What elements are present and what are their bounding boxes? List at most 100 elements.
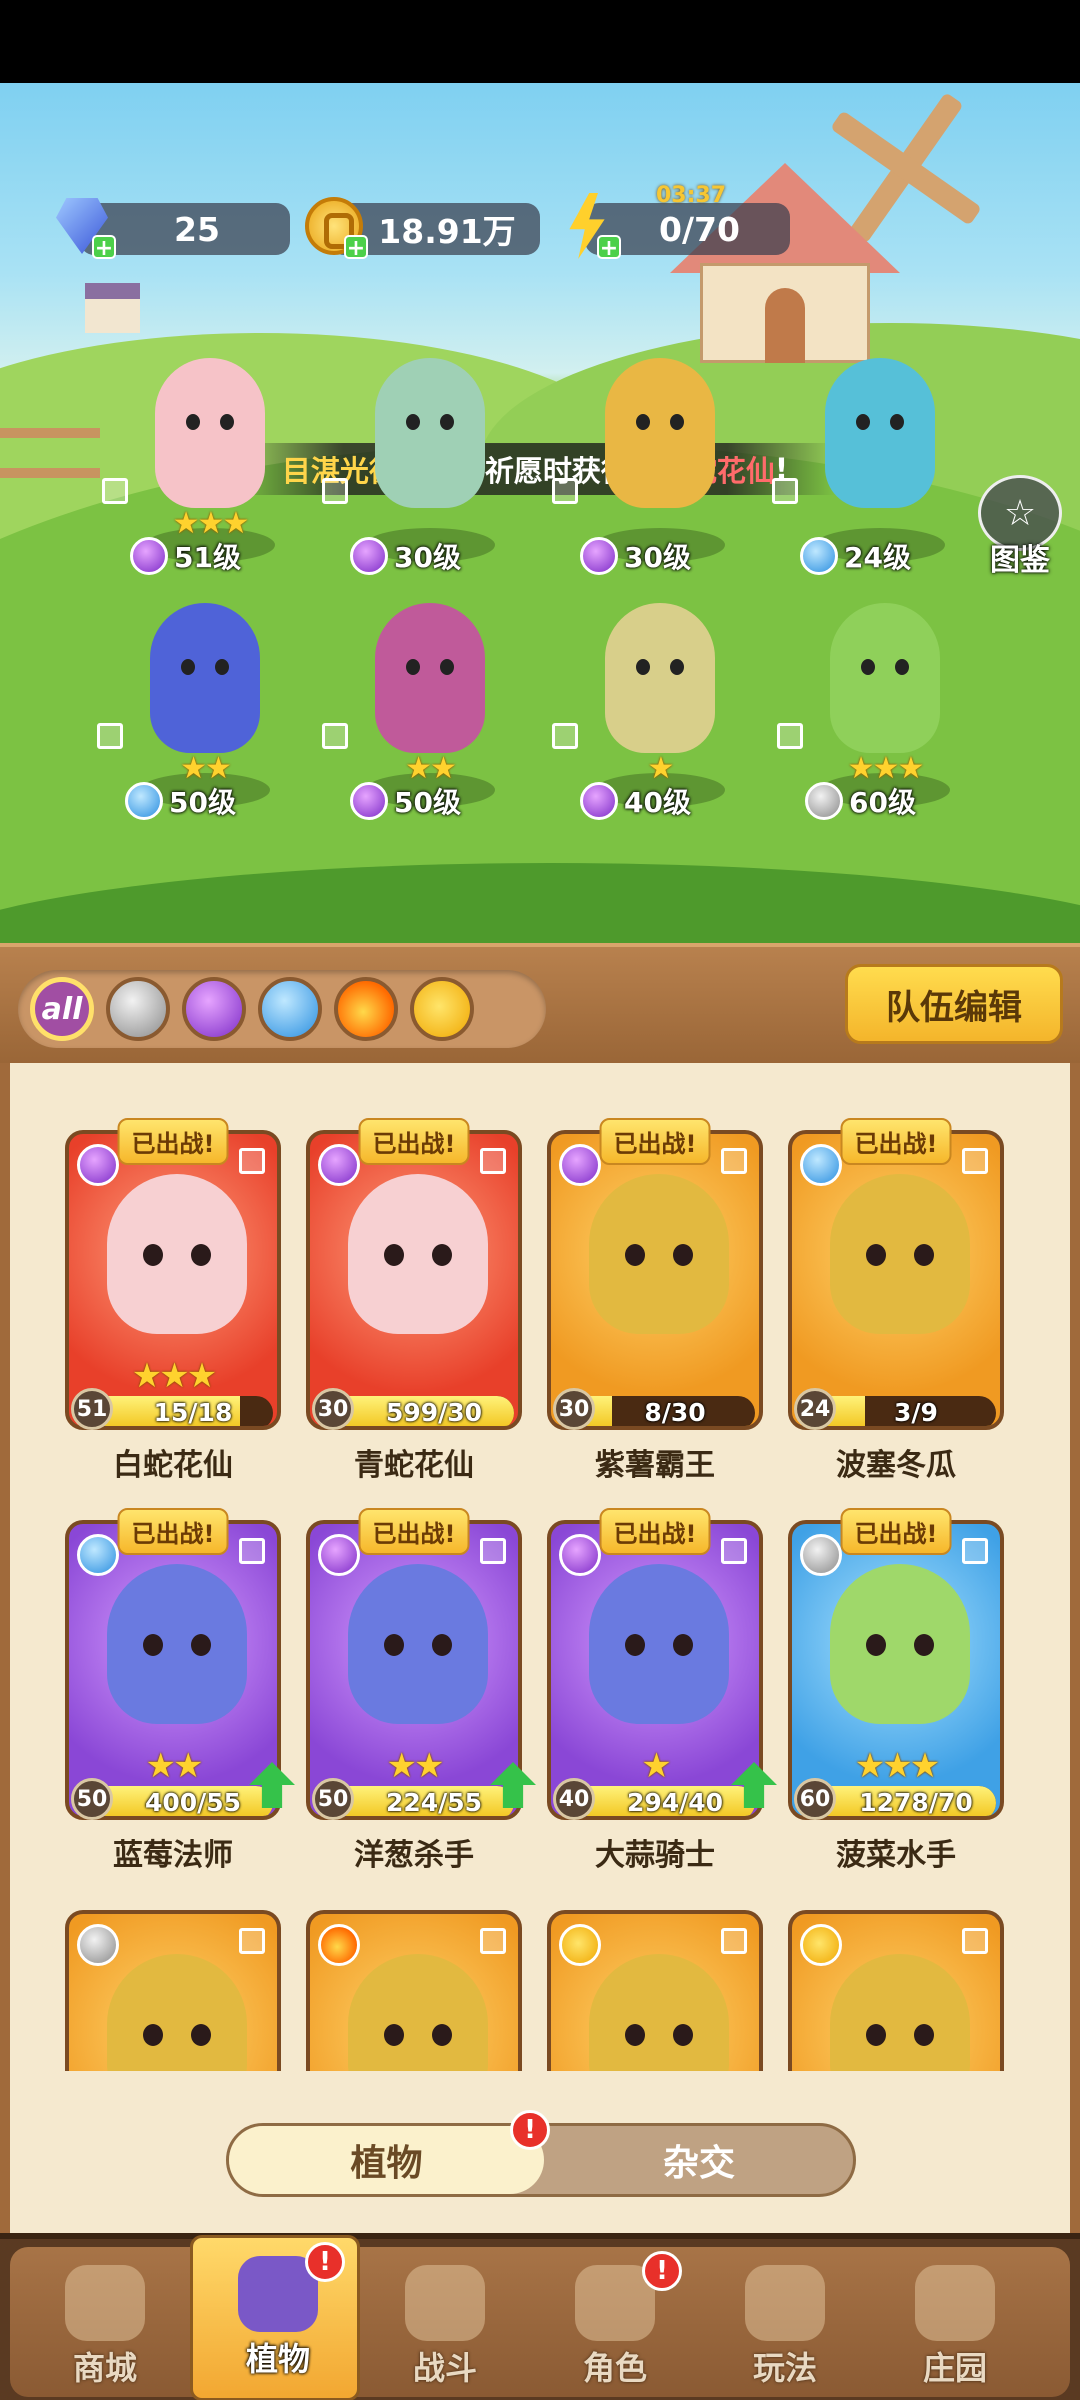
plant-card[interactable] — [547, 1910, 763, 2071]
filter-potion-icon[interactable] — [182, 977, 246, 1041]
garden-scene: 25 + 18.91万 + 0/70 + 03:37 目湛光德 在限时祈愿时获得… — [0, 83, 1080, 943]
plant-card[interactable]: 599/30 30 已出战! 青蛇花仙 — [306, 1118, 522, 1483]
plant-name: 大蒜骑士 — [595, 1838, 715, 1873]
plant-face — [175, 653, 235, 693]
plant-card[interactable]: ★★ 400/55 50 已出战! 蓝莓法师 — [65, 1508, 295, 1873]
slot-grid-icon — [777, 723, 803, 749]
field-plant[interactable]: ★★★ 60级 — [777, 583, 985, 823]
slot-grid-icon — [721, 1148, 747, 1174]
filter-water-icon[interactable] — [258, 977, 322, 1041]
plant-portrait — [107, 1954, 247, 2071]
plant-portrait — [348, 1174, 488, 1334]
nav-item[interactable]: 庄园 — [870, 2247, 1040, 2397]
plant-name: 白蛇花仙 — [113, 1448, 233, 1483]
filter-sword-icon[interactable] — [106, 977, 170, 1041]
nav-item[interactable]: 战斗 — [360, 2247, 530, 2397]
plant-face — [400, 653, 460, 693]
slot-grid-icon — [239, 1538, 265, 1564]
slot-grid-icon — [239, 1148, 265, 1174]
add-gold-icon[interactable]: + — [344, 235, 368, 261]
sword-element-icon — [800, 1534, 842, 1576]
card-level: 40 — [553, 1778, 595, 1820]
nav-item[interactable]: 玩法 — [700, 2247, 870, 2397]
card-level: 50 — [71, 1778, 113, 1820]
field-plant[interactable]: ★★★ 51级 — [102, 338, 310, 578]
plant-face — [855, 653, 915, 693]
field-plant[interactable]: ★★ 50级 — [322, 583, 530, 823]
slot-grid-icon — [552, 723, 578, 749]
plant-face — [630, 408, 690, 448]
plant-portrait — [348, 1564, 488, 1724]
progress-text: 3/9 — [894, 1398, 938, 1427]
team-edit-button[interactable]: 队伍编辑 — [845, 964, 1063, 1044]
slot-grid-icon — [480, 1148, 506, 1174]
deployed-badge: 已出战! — [840, 1508, 952, 1555]
hybrid-alert-badge: ! — [510, 2110, 550, 2150]
bottom-nav: 商城 植物! 战斗 角色! 玩法 庄园 — [0, 2233, 1080, 2400]
plant-card[interactable]: ★★★ 15/18 51 已出战! 白蛇花仙 — [65, 1118, 281, 1483]
plant-name: 波塞冬瓜 — [836, 1448, 956, 1483]
gold-coin-icon[interactable]: + — [302, 191, 368, 261]
card-frame: 8/30 — [547, 1130, 763, 1430]
filter-all-button[interactable]: all — [30, 977, 94, 1041]
plant-name: 洋葱杀手 — [354, 1838, 474, 1873]
slot-grid-icon — [480, 1928, 506, 1954]
add-energy-icon[interactable]: + — [597, 235, 621, 261]
plant-face — [180, 408, 240, 448]
blue-element-icon — [125, 782, 163, 820]
plant-portrait — [830, 1564, 970, 1724]
field-plant[interactable]: ★ 40级 — [552, 583, 760, 823]
nav-item[interactable]: 角色! — [530, 2247, 700, 2397]
plant-card-grid[interactable]: ★★★ 15/18 51 已出战! 白蛇花仙 599/30 30 已出战! 青蛇花仙 8/30 30… — [10, 1063, 1070, 2071]
card-frame — [306, 1910, 522, 2071]
plant-card[interactable]: ★★ 224/55 50 已出战! 洋葱杀手 — [306, 1508, 536, 1873]
tab-plants[interactable]: 植物 — [229, 2126, 544, 2194]
battle-icon — [405, 2265, 485, 2341]
plant-card[interactable]: 8/30 30 已出战! 紫薯霸王 — [547, 1118, 763, 1483]
nav-item[interactable]: 植物! — [190, 2235, 360, 2400]
filter-fire-icon[interactable] — [334, 977, 398, 1041]
sword-element-icon — [805, 782, 843, 820]
card-level: 60 — [794, 1778, 836, 1820]
plant-card[interactable]: ★★★ 1278/70 60 已出战! 菠菜水手 — [788, 1508, 1004, 1873]
plant-level-text: 50级 — [394, 786, 461, 819]
plant-portrait — [107, 1174, 247, 1334]
add-gems-icon[interactable]: + — [92, 235, 116, 261]
field-plant[interactable]: 24级 — [772, 338, 980, 578]
bolt-element-icon — [559, 1924, 601, 1966]
filter-lightning-icon[interactable] — [410, 977, 474, 1041]
gem-icon[interactable]: + — [50, 191, 116, 261]
nav-item[interactable]: 商城 — [20, 2247, 190, 2397]
card-level: 24 — [794, 1388, 836, 1430]
purple-element-icon — [130, 537, 168, 575]
energy-bolt-icon[interactable]: + — [555, 191, 621, 261]
codex-button[interactable]: ☆ 图鉴 — [972, 475, 1068, 579]
card-frame — [547, 1910, 763, 2071]
plant-face — [850, 408, 910, 448]
field-plant[interactable]: 30级 — [322, 338, 530, 578]
plant-card[interactable]: ★ 294/40 40 已出战! 大蒜骑士 — [547, 1508, 777, 1873]
purple-element-icon — [559, 1144, 601, 1186]
purple-element-icon — [318, 1534, 360, 1576]
tab-hybrid[interactable]: 杂交 — [544, 2126, 854, 2194]
field-plant[interactable]: ★★ 50级 — [97, 583, 305, 823]
nav-alert-badge: ! — [642, 2251, 682, 2291]
nav-label: 战斗 — [412, 2349, 477, 2387]
slot-grid-icon — [480, 1538, 506, 1564]
plant-name: 菠菜水手 — [836, 1838, 956, 1873]
plant-card[interactable] — [65, 1910, 281, 2071]
plant-card[interactable] — [788, 1910, 1004, 2071]
game-screen: 25 + 18.91万 + 0/70 + 03:37 目湛光德 在限时祈愿时获得… — [0, 0, 1080, 2400]
scene-fence — [0, 428, 100, 478]
deployed-badge: 已出战! — [358, 1508, 470, 1555]
plant-card[interactable]: 3/9 24 已出战! 波塞冬瓜 — [788, 1118, 1004, 1483]
nav-label: 角色 — [582, 2349, 647, 2387]
plant-level: 30级 — [580, 534, 691, 578]
card-level: 30 — [553, 1388, 595, 1430]
plant-name: 紫薯霸王 — [595, 1448, 715, 1483]
blue-element-icon — [800, 1144, 842, 1186]
plant-card[interactable] — [306, 1910, 522, 2071]
element-filter-group: all — [18, 970, 546, 1048]
energy-timer: 03:37 — [656, 183, 727, 208]
field-plant[interactable]: 30级 — [552, 338, 760, 578]
